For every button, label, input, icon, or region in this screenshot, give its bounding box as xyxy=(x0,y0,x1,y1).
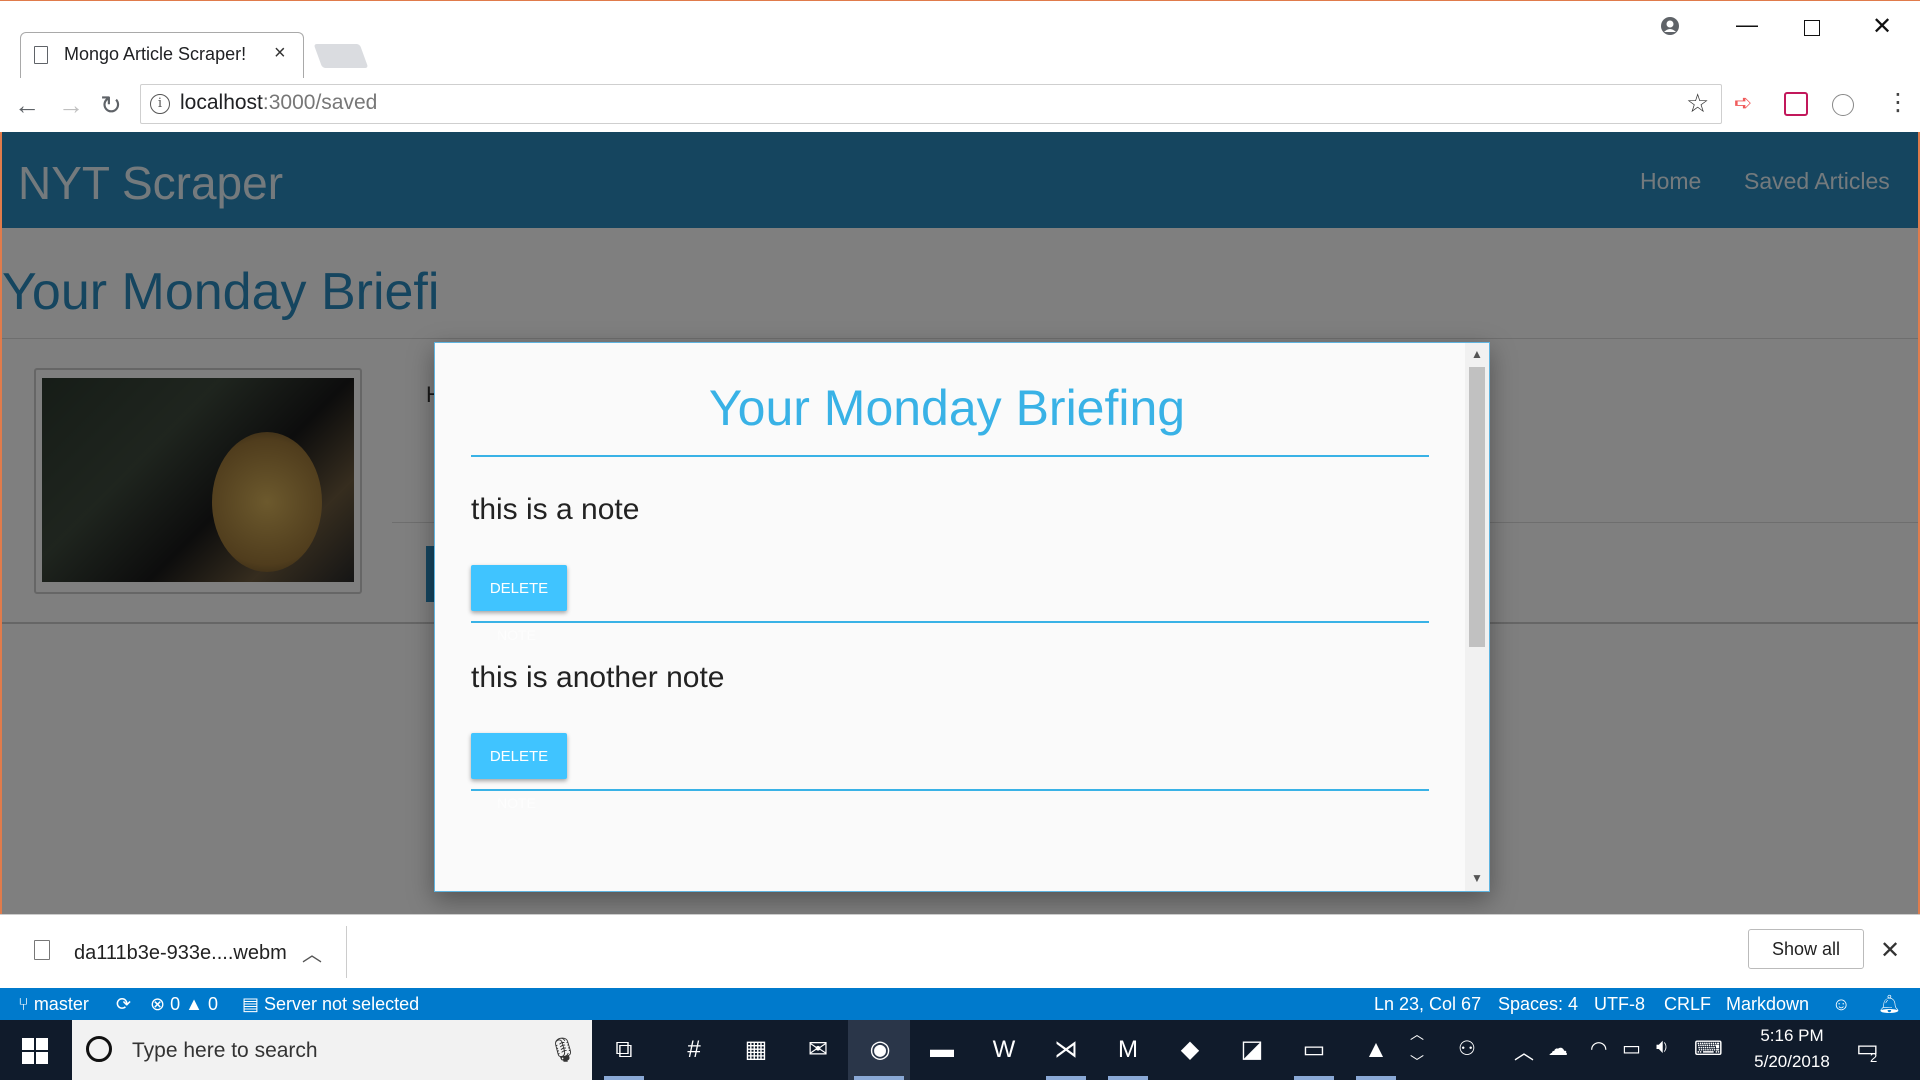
taskbar-scroll-down-icon[interactable]: ﹀ xyxy=(1410,1052,1424,1072)
page-icon xyxy=(34,46,48,64)
web-page: NYT Scraper Home Saved Articles Your Mon… xyxy=(0,132,1920,914)
server-item[interactable]: ▤ Server not selected xyxy=(242,994,419,1015)
taskbar-search-placeholder[interactable]: Type here to search xyxy=(132,1039,318,1063)
robo3t-icon[interactable]: ▲ xyxy=(1356,1030,1396,1070)
note-text: this is another note xyxy=(471,661,725,694)
word-icon[interactable]: W xyxy=(984,1030,1024,1070)
download-bar xyxy=(0,914,1920,989)
volume-icon[interactable]: 🔉︎ xyxy=(1656,1036,1669,1059)
modal-title: Your Monday Briefing xyxy=(708,380,1186,436)
server-status: Server not selected xyxy=(264,994,420,1014)
hidden-icons-chevron-icon[interactable]: ︿ xyxy=(1514,1036,1534,1065)
scrollbar-thumb[interactable] xyxy=(1469,367,1485,647)
scroll-down-arrow-icon[interactable]: ▼ xyxy=(1471,871,1483,885)
site-info-icon[interactable]: i xyxy=(150,94,170,114)
mail-icon[interactable]: ✉ xyxy=(798,1030,838,1070)
note-rule xyxy=(471,621,1429,623)
url-host-text: localhost xyxy=(180,91,263,114)
vscode-icon[interactable]: ⋊ xyxy=(1046,1030,1086,1070)
git-kraken-icon[interactable]: ◆ xyxy=(1170,1030,1210,1070)
warning-icon: ▲ xyxy=(185,994,208,1014)
note-rule xyxy=(471,789,1429,791)
wifi-icon[interactable]: ◠ xyxy=(1590,1036,1607,1061)
terminal-icon[interactable]: ▭ xyxy=(1294,1030,1334,1070)
gmail-icon[interactable]: M xyxy=(1108,1030,1148,1070)
clock-date[interactable]: 5/20/2018 xyxy=(1742,1052,1842,1072)
modal-title-rule xyxy=(471,455,1429,457)
windows-start-icon[interactable] xyxy=(22,1038,48,1064)
note-ghost-label: NOTE xyxy=(497,795,536,811)
extension-pocket-icon[interactable] xyxy=(1784,92,1808,116)
problems-item[interactable]: ⊗ 0 ▲ 0 xyxy=(150,994,218,1015)
url-path-text: :3000/saved xyxy=(262,91,378,114)
reload-icon[interactable]: ↻ xyxy=(100,90,122,121)
profile-icon[interactable] xyxy=(1660,16,1680,36)
forward-arrow-icon[interactable]: → xyxy=(58,90,84,121)
delete-note-button[interactable]: DELETE xyxy=(471,733,567,779)
scroll-up-arrow-icon[interactable]: ▲ xyxy=(1471,347,1483,361)
cortana-icon[interactable] xyxy=(86,1036,112,1062)
language-mode-item[interactable]: Markdown xyxy=(1726,994,1809,1015)
store-icon[interactable]: ▦ xyxy=(736,1030,776,1070)
encoding-item[interactable]: UTF-8 xyxy=(1594,994,1645,1015)
running-indicator xyxy=(1046,1076,1086,1080)
show-all-downloads-button[interactable]: Show all xyxy=(1748,929,1864,969)
git-branch-item[interactable]: ⑂ master xyxy=(18,994,89,1015)
file-icon xyxy=(34,940,50,960)
running-indicator xyxy=(854,1076,904,1080)
cursor-position[interactable]: Ln 23, Col 67 xyxy=(1374,994,1481,1015)
delete-note-button[interactable]: DELETE xyxy=(471,565,567,611)
tab-close-icon[interactable]: × xyxy=(274,42,286,65)
window-maximize-button[interactable] xyxy=(1804,20,1820,36)
running-indicator xyxy=(1294,1076,1334,1080)
slack-icon[interactable]: # xyxy=(674,1030,714,1070)
bookmark-star-icon[interactable]: ☆ xyxy=(1686,88,1709,119)
close-download-bar-icon[interactable]: ✕ xyxy=(1880,936,1900,965)
window-close-button[interactable]: ✕ xyxy=(1872,12,1892,41)
divider xyxy=(346,926,347,978)
server-icon: ▤ xyxy=(242,994,265,1014)
extension-circle-icon[interactable] xyxy=(1832,94,1854,116)
back-arrow-icon[interactable]: ← xyxy=(14,90,40,121)
browser-menu-icon[interactable]: ⋮ xyxy=(1886,88,1910,117)
running-indicator xyxy=(1356,1076,1396,1080)
eol-item[interactable]: CRLF xyxy=(1664,994,1711,1015)
download-file-name[interactable]: da111b3e-933e....webm xyxy=(74,942,287,965)
clock-time[interactable]: 5:16 PM xyxy=(1752,1026,1832,1046)
people-icon[interactable]: ⚇ xyxy=(1458,1036,1476,1061)
error-count: 0 xyxy=(170,994,181,1014)
url-host: localhost:3000/saved xyxy=(180,91,377,115)
file-explorer-icon[interactable]: ▬ xyxy=(922,1030,962,1070)
running-indicator xyxy=(604,1076,644,1080)
new-tab-button[interactable] xyxy=(313,44,369,68)
microphone-icon[interactable]: 🎙︎ xyxy=(548,1036,578,1065)
chrome-icon[interactable]: ◉ xyxy=(860,1030,900,1070)
warning-count: 0 xyxy=(207,994,218,1014)
notes-modal: Your Monday Briefing this is a note DELE… xyxy=(434,342,1490,892)
window-minimize-button[interactable]: — xyxy=(1736,12,1758,38)
branch-icon: ⑂ xyxy=(18,994,34,1014)
feedback-smiley-icon[interactable]: ☺ xyxy=(1832,994,1850,1015)
branch-name: master xyxy=(33,994,89,1014)
keyboard-icon[interactable]: ⌨ xyxy=(1694,1036,1723,1061)
running-indicator xyxy=(1108,1076,1148,1080)
tab-title: Mongo Article Scraper! xyxy=(64,44,247,64)
notifications-bell-icon[interactable]: 🔔︎ xyxy=(1878,994,1901,1015)
battery-icon[interactable]: ▭ xyxy=(1622,1036,1641,1061)
taskbar-scroll-up-icon[interactable]: ︿ xyxy=(1410,1024,1424,1044)
note-text: this is a note xyxy=(471,493,640,526)
error-icon: ⊗ xyxy=(150,994,171,1014)
onedrive-cloud-icon[interactable]: ☁ xyxy=(1548,1036,1568,1061)
mysql-workbench-icon[interactable]: ◪ xyxy=(1232,1030,1272,1070)
extension-cast-icon[interactable]: ➪ xyxy=(1734,90,1752,116)
notification-count: 2 xyxy=(1870,1050,1878,1065)
indentation-item[interactable]: Spaces: 4 xyxy=(1498,994,1578,1015)
chevron-up-icon[interactable]: ︿ xyxy=(302,938,322,967)
sync-icon[interactable]: ⟳ xyxy=(116,994,131,1015)
note-ghost-label: NOTE xyxy=(497,627,536,643)
task-view-icon[interactable]: ⧉ xyxy=(604,1030,644,1070)
